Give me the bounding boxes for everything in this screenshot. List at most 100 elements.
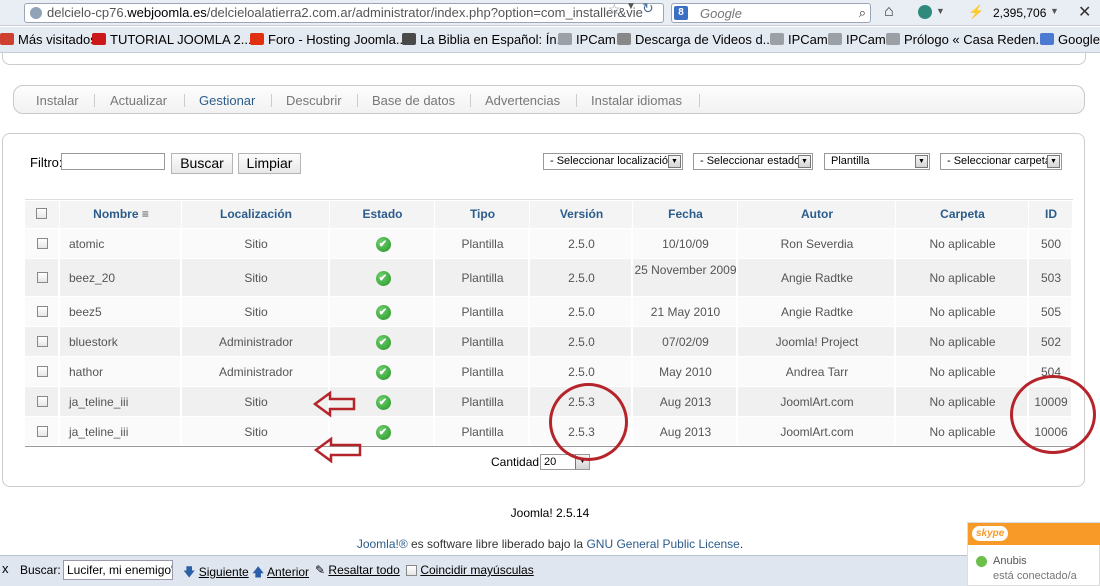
toolbar-dropdown-icon[interactable]: ▼ (1050, 6, 1059, 16)
match-case-checkbox[interactable]: Coincidir mayúsculas (406, 563, 534, 577)
bookmark-item[interactable]: La Biblia en Español: Ín... (402, 27, 567, 52)
search-input[interactable]: 8 Google ⌕ (671, 3, 871, 23)
checkbox[interactable] (406, 565, 417, 576)
filter-input[interactable] (61, 153, 165, 170)
column-header-label: Localización (219, 207, 293, 221)
table-cell-folder: No aplicable (929, 335, 996, 349)
bookmark-item[interactable]: Google (1040, 27, 1100, 52)
enabled-check-icon[interactable]: ✔ (375, 424, 391, 440)
bookmark-item[interactable]: IPCam (770, 27, 828, 52)
page-icon (828, 33, 842, 45)
joomla-link[interactable]: Joomla!® (357, 537, 408, 551)
find-prev-button[interactable]: 🡅 Anterior (252, 563, 309, 584)
folder-select[interactable]: - Seleccionar carpeta - ▼ (940, 153, 1062, 170)
table-cell-name[interactable]: bluestork (69, 335, 118, 349)
table-cell-location: Administrador (218, 335, 294, 349)
search-icon[interactable]: ⌕ (859, 5, 866, 21)
select-all-checkbox[interactable] (36, 208, 47, 219)
search-engine-icon[interactable]: 8 (674, 6, 688, 20)
row-checkbox[interactable] (37, 306, 48, 317)
search-button[interactable]: Buscar (171, 153, 233, 174)
address-bar[interactable]: delcielo-cp76.webjoomla.es/delcieloalati… (24, 3, 664, 23)
table-cell-date: May 2010 (659, 365, 712, 379)
bookmark-item[interactable]: IPCam (828, 27, 886, 52)
table-cell-date: Aug 2013 (659, 395, 712, 409)
column-header-version[interactable]: Versión (530, 207, 633, 221)
column-header-nombre[interactable]: Nombre ≡ (60, 207, 182, 221)
table-cell-date: 25 November 2009 (634, 263, 737, 277)
enabled-check-icon[interactable]: ✔ (375, 305, 391, 320)
enabled-check-icon[interactable]: ✔ (375, 271, 391, 286)
find-next-button[interactable]: 🡇 Siguiente (183, 563, 249, 584)
column-header-localizacion[interactable]: Localización (182, 207, 330, 221)
table-cell-name[interactable]: hathor (69, 365, 103, 379)
row-checkbox[interactable] (37, 396, 48, 407)
tab-instalar[interactable]: Instalar (36, 93, 79, 108)
table-cell-name[interactable]: beez_20 (69, 271, 115, 285)
tab-gestionar[interactable]: Gestionar (199, 93, 255, 108)
table-cell-id: 505 (1040, 305, 1062, 319)
column-header-fecha[interactable]: Fecha (633, 207, 738, 221)
star-icon[interactable]: ☆ (608, 1, 621, 18)
table-cell-type: Plantilla (461, 424, 504, 439)
addon-dropdown-icon[interactable]: ▼ (936, 6, 945, 16)
rank-icon[interactable]: ⚡ (968, 4, 984, 20)
close-findbar-icon[interactable]: x (2, 561, 9, 576)
bookmark-item[interactable]: IPCam (558, 27, 616, 52)
column-header-tipo[interactable]: Tipo (435, 207, 530, 221)
enabled-check-icon[interactable]: ✔ (375, 365, 391, 380)
type-select[interactable]: Plantilla ▼ (824, 153, 930, 170)
table-cell-author: Angie Radtke (780, 305, 854, 319)
sort-icon[interactable]: ≡ (139, 207, 149, 221)
column-header-autor[interactable]: Autor (738, 207, 896, 221)
table-cell-name[interactable]: beez5 (69, 305, 102, 319)
gpl-link[interactable]: GNU General Public License (586, 537, 739, 551)
enabled-check-icon[interactable]: ✔ (375, 237, 391, 252)
state-select[interactable]: - Seleccionar estado - ▼ (693, 153, 813, 170)
filter-label: Filtro: (30, 155, 63, 170)
tab-instalar-idiomas[interactable]: Instalar idiomas (591, 93, 682, 108)
table-cell-author: Angie Radtke (780, 271, 854, 285)
table-cell-type: Plantilla (461, 305, 504, 319)
bookmark-item[interactable]: Descarga de Videos d... (617, 27, 774, 52)
tab-actualizar[interactable]: Actualizar (110, 93, 167, 108)
table-cell-name[interactable]: atomic (69, 237, 104, 251)
skype-logo: skype (972, 526, 1009, 541)
enabled-check-icon[interactable]: ✔ (375, 395, 391, 410)
refresh-icon[interactable]: ↻ (642, 0, 654, 17)
row-checkbox[interactable] (37, 425, 48, 437)
find-bar: x Buscar: Lucifer, mi enemigo". 🡇 Siguie… (0, 555, 967, 586)
tab-divider (470, 94, 471, 107)
tab-descubrir[interactable]: Descubrir (286, 93, 342, 108)
addon-icon[interactable] (918, 5, 932, 19)
close-icon[interactable]: ✕ (1078, 2, 1091, 22)
history-dropdown-icon[interactable]: ▼ (626, 1, 636, 12)
column-header-estado[interactable]: Estado (330, 207, 435, 221)
column-header-label: Tipo (469, 207, 496, 221)
skype-notification[interactable]: skype Anubis está conectado/a (967, 522, 1100, 586)
highlight-all-button[interactable]: ✎ Resaltar todo (315, 563, 400, 577)
column-header-id[interactable]: ID (1029, 207, 1073, 221)
find-label: Buscar: (20, 563, 61, 577)
tab-base-de-datos[interactable]: Base de datos (372, 93, 455, 108)
location-select[interactable]: - Seleccionar localización - ▼ (543, 153, 683, 170)
url-path: /delcieloalatierra2.com.ar/administrator… (206, 5, 643, 20)
chevron-down-icon: ▼ (798, 155, 811, 168)
clear-button[interactable]: Limpiar (238, 153, 301, 174)
bookmark-item[interactable]: Prólogo « Casa Reden... (886, 27, 1046, 52)
bookmark-item[interactable]: Foro - Hosting Joomla... (250, 27, 407, 52)
table-cell-name[interactable]: ja_teline_iii (69, 395, 128, 409)
find-input[interactable]: Lucifer, mi enemigo". (63, 560, 173, 580)
row-checkbox[interactable] (37, 238, 48, 249)
row-checkbox[interactable] (37, 272, 48, 283)
tab-advertencias[interactable]: Advertencias (485, 93, 560, 108)
enabled-check-icon[interactable]: ✔ (375, 335, 391, 350)
table-cell-location: Sitio (244, 271, 268, 285)
bookmark-item[interactable]: TUTORIAL JOOMLA 2.... (92, 27, 255, 52)
table-cell-name[interactable]: ja_teline_iii (69, 425, 128, 439)
row-checkbox[interactable] (37, 366, 48, 377)
column-header-carpeta[interactable]: Carpeta (896, 207, 1029, 221)
row-checkbox[interactable] (37, 336, 48, 347)
bookmark-item[interactable]: Más visitados (0, 27, 97, 52)
home-icon[interactable]: ⌂ (884, 3, 894, 21)
